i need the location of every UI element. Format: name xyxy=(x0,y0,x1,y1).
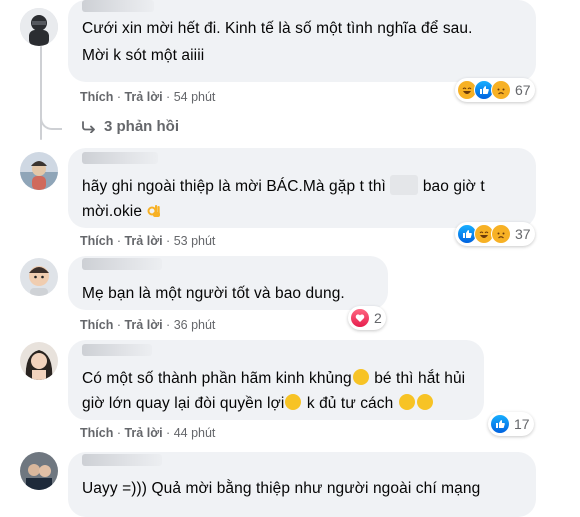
avatar[interactable] xyxy=(20,258,58,296)
author-name-redacted xyxy=(82,0,154,12)
comment-bubble: Uayy =))) Quả mời bằng thiệp như người n… xyxy=(68,452,536,517)
reaction-count: 37 xyxy=(515,226,531,242)
author-name-redacted xyxy=(82,454,162,466)
like-link[interactable]: Thích xyxy=(80,426,113,440)
separator: · xyxy=(116,426,121,440)
timestamp[interactable]: 44 phút xyxy=(174,426,216,440)
reply-link[interactable]: Trả lời xyxy=(124,90,162,104)
sad-icon xyxy=(491,80,511,100)
separator: · xyxy=(166,234,171,248)
reply-link[interactable]: Trả lời xyxy=(124,426,162,440)
comment-bubble: Mẹ bạn là một người tốt và bao dung. xyxy=(68,256,388,310)
redacted-word xyxy=(390,175,419,195)
comment-text: mời.okie xyxy=(82,199,162,224)
comment-bubble: Có một số thành phần hãm kinh khủng bé t… xyxy=(68,340,484,420)
reply-link[interactable]: Trả lời xyxy=(124,318,162,332)
like-link[interactable]: Thích xyxy=(80,318,113,332)
grimace-emoji xyxy=(352,369,369,385)
avatar[interactable] xyxy=(20,8,58,46)
avatar[interactable] xyxy=(20,152,58,190)
view-replies-button[interactable]: 3 phản hồi xyxy=(82,118,179,135)
separator: · xyxy=(166,90,171,104)
author-name-redacted xyxy=(82,152,158,164)
replies-count: 3 phản hồi xyxy=(104,118,179,135)
comment-actions: Thích · Trả lời · 53 phút xyxy=(80,234,215,248)
like-link[interactable]: Thích xyxy=(80,234,113,248)
reaction-count: 17 xyxy=(514,416,530,432)
avatar[interactable] xyxy=(20,342,58,380)
timestamp[interactable]: 54 phút xyxy=(174,90,216,104)
ok-hand-emoji xyxy=(146,201,162,217)
thread-connector xyxy=(40,46,42,140)
triumph-emoji xyxy=(398,394,415,410)
comment-text: Mời k sót một aiiii xyxy=(82,47,205,64)
separator: · xyxy=(116,234,121,248)
comment-text: Có một số thành phần hãm kinh khủng bé t… xyxy=(82,369,466,387)
comment-text: giờ lớn quay lại đòi quyền lợi k đủ tư c… xyxy=(82,391,434,416)
comment-actions: Thích · Trả lời · 54 phút xyxy=(80,90,215,104)
heart-icon xyxy=(350,308,370,328)
triumph-emoji xyxy=(416,394,433,410)
comment-bubble: Cưới xin mời hết đi. Kinh tế là số một t… xyxy=(68,0,536,82)
like-icon xyxy=(490,414,510,434)
sad-icon xyxy=(491,224,511,244)
separator: · xyxy=(116,318,121,332)
frown-emoji xyxy=(285,394,302,410)
separator: · xyxy=(166,426,171,440)
reaction-summary[interactable]: 2 xyxy=(348,306,386,330)
timestamp[interactable]: 53 phút xyxy=(174,234,216,248)
timestamp[interactable]: 36 phút xyxy=(174,318,216,332)
comment-bubble: hãy ghi ngoài thiệp là mời BÁC.Mà gặp t … xyxy=(68,148,536,228)
comment-text: Uayy =))) Quả mời bằng thiệp như người n… xyxy=(82,480,481,497)
comment-actions: Thích · Trả lời · 36 phút xyxy=(80,318,215,332)
thread-connector-curve xyxy=(40,108,62,130)
reaction-summary[interactable]: 67 xyxy=(455,78,535,102)
reaction-summary[interactable]: 17 xyxy=(488,412,534,436)
author-name-redacted xyxy=(82,344,152,356)
avatar[interactable] xyxy=(20,452,58,490)
comment-text: Cưới xin mời hết đi. Kinh tế là số một t… xyxy=(82,20,473,37)
reply-arrow-icon xyxy=(82,120,95,133)
separator: · xyxy=(116,90,121,104)
reaction-summary[interactable]: 37 xyxy=(455,222,535,246)
comment-text: Mẹ bạn là một người tốt và bao dung. xyxy=(82,285,345,302)
comment-text: hãy ghi ngoài thiệp là mời BÁC.Mà gặp t … xyxy=(82,174,485,199)
reaction-count: 2 xyxy=(374,310,382,326)
comment-actions: Thích · Trả lời · 44 phút xyxy=(80,426,215,440)
like-link[interactable]: Thích xyxy=(80,90,113,104)
separator: · xyxy=(166,318,171,332)
reply-link[interactable]: Trả lời xyxy=(124,234,162,248)
author-name-redacted xyxy=(82,258,162,270)
reaction-count: 67 xyxy=(515,82,531,98)
